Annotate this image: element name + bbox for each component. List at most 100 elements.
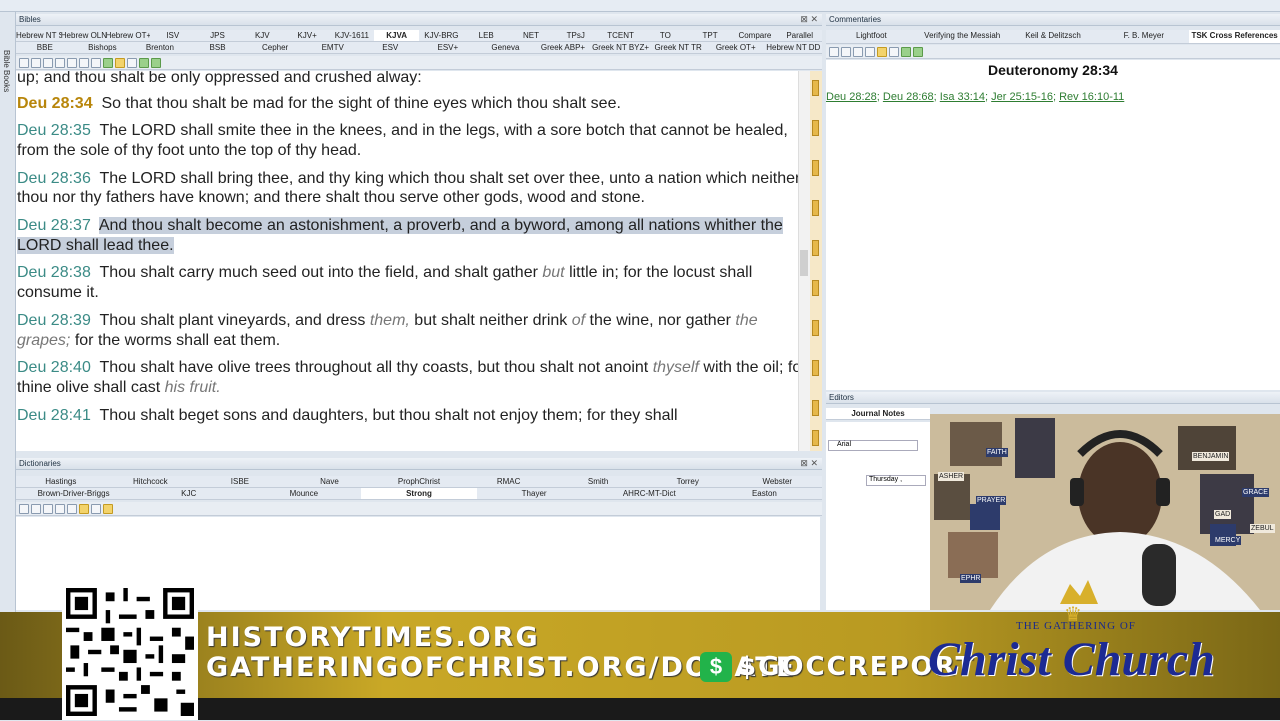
commentary-view[interactable] [826, 60, 1280, 390]
tab-greek-nt-tr[interactable]: Greek NT TR [649, 42, 707, 53]
tab-verifying-the-messiah[interactable]: Verifying the Messiah [917, 30, 1008, 43]
tab-webster[interactable]: Webster [733, 476, 823, 487]
tab-brown-driver-briggs[interactable]: Brown-Driver-Briggs [16, 488, 131, 499]
tab-bishops[interactable]: Bishops [74, 42, 132, 53]
bible-text-view[interactable]: up; and thou shalt be only oppressed and… [16, 71, 810, 451]
tab-hebrew-nt-sg[interactable]: Hebrew NT SG [16, 30, 61, 41]
prev-icon[interactable] [901, 46, 911, 57]
tab-tcent[interactable]: TCENT [598, 30, 643, 41]
tab-parallel[interactable]: Parallel [777, 30, 822, 41]
tab-kjc[interactable]: KJC [131, 488, 246, 499]
verse-ref[interactable]: Deu 28:36 [17, 170, 91, 187]
bible-books-strip[interactable]: Bible Books [0, 12, 16, 652]
tab-tsk-cross-references[interactable]: TSK Cross References [1189, 30, 1280, 43]
tab-kjv[interactable]: KJV [240, 30, 285, 41]
layout-icon[interactable] [127, 57, 137, 68]
tab-isv[interactable]: ISV [150, 30, 195, 41]
tab-leb[interactable]: LEB [464, 30, 509, 41]
tab-isbe[interactable]: ISBE [195, 476, 285, 487]
verse-ref[interactable]: Deu 28:38 [17, 264, 91, 281]
close-icon[interactable]: ⊠ ✕ [800, 458, 818, 469]
export-icon[interactable] [79, 57, 89, 68]
verse-ref[interactable]: Deu 28:40 [17, 359, 91, 376]
layout-icon[interactable] [889, 46, 899, 57]
bookmark-icon[interactable] [812, 320, 819, 336]
tab-to[interactable]: TO [643, 30, 688, 41]
verse-ref[interactable]: Deu 28:35 [17, 122, 91, 139]
editor-view[interactable]: Arial Thursday , [826, 422, 930, 610]
tab-thayer[interactable]: Thayer [477, 488, 592, 499]
verse-ref[interactable]: Deu 28:39 [17, 312, 91, 329]
verse-ref[interactable]: Deu 28:41 [17, 407, 91, 424]
tab-tpt[interactable]: TPT [688, 30, 733, 41]
tab-strong[interactable]: Strong [361, 488, 477, 499]
tab-net[interactable]: NET [509, 30, 554, 41]
scrollbar-thumb[interactable] [800, 250, 808, 276]
bookmark-icon[interactable] [812, 400, 819, 416]
next-icon[interactable] [913, 46, 923, 57]
tab-hitchcock[interactable]: Hitchcock [106, 476, 196, 487]
tab-kjv-1611[interactable]: KJV-1611 [329, 30, 374, 41]
verse-ref[interactable]: Deu 28:34 [17, 95, 93, 112]
tab-brenton[interactable]: Brenton [131, 42, 189, 53]
verse-35[interactable]: Deu 28:35 The LORD shall smite thee in t… [17, 121, 810, 161]
zoom-icon[interactable] [115, 57, 125, 68]
cross-ref-link[interactable]: Jer 25:15-16 [991, 91, 1053, 103]
bookmark-icon[interactable] [812, 200, 819, 216]
verse-40[interactable]: Deu 28:40 Thou shalt have olive trees th… [17, 358, 810, 398]
search-icon[interactable] [841, 46, 851, 57]
tab-emtv[interactable]: EMTV [304, 42, 362, 53]
tab-bbe[interactable]: BBE [16, 42, 74, 53]
cross-ref-link[interactable]: Deu 28:28 [826, 91, 877, 103]
tab-esv[interactable]: ESV [361, 42, 419, 53]
tab-hebrew-ot-[interactable]: Hebrew OT+ [106, 30, 151, 41]
verse-38[interactable]: Deu 28:38 Thou shalt carry much seed out… [17, 263, 810, 303]
print-icon[interactable] [67, 57, 77, 68]
tab-smith[interactable]: Smith [553, 476, 643, 487]
sync-icon[interactable] [31, 57, 41, 68]
tab-hebrew-nt-dd[interactable]: Hebrew NT DD [765, 42, 823, 53]
print-icon[interactable] [865, 46, 875, 57]
tab-nave[interactable]: Nave [285, 476, 375, 487]
tab-compare[interactable]: Compare [733, 30, 778, 41]
bookmark-icon[interactable] [812, 80, 819, 96]
tab-greek-abp-[interactable]: Greek ABP+ [534, 42, 592, 53]
verse-34[interactable]: Deu 28:34 So that thou shalt be mad for … [17, 94, 810, 114]
font-select[interactable]: Arial [828, 440, 918, 451]
print-icon[interactable] [67, 503, 77, 514]
back-icon[interactable] [829, 46, 839, 57]
back-icon[interactable] [19, 57, 29, 68]
bookmark-icon[interactable] [812, 120, 819, 136]
tab-torrey[interactable]: Torrey [643, 476, 733, 487]
verse-37[interactable]: Deu 28:37 And thou shalt become an aston… [17, 216, 810, 256]
sync-icon[interactable] [31, 503, 41, 514]
tab-prophchrist[interactable]: ProphChrist [374, 476, 464, 487]
date-field[interactable]: Thursday , [866, 475, 926, 486]
layout-icon[interactable] [91, 503, 101, 514]
tab-tpsj[interactable]: TPsJ [553, 30, 598, 41]
tab-ahrc-mt-dict[interactable]: AHRC-MT-Dict [592, 488, 707, 499]
bookmark-icon[interactable] [812, 160, 819, 176]
verse-39[interactable]: Deu 28:39 Thou shalt plant vineyards, an… [17, 311, 810, 351]
prev-icon[interactable] [139, 57, 149, 68]
back-icon[interactable] [19, 503, 29, 514]
bookmark-icon[interactable] [812, 240, 819, 256]
tab-jps[interactable]: JPS [195, 30, 240, 41]
tab-greek-ot-[interactable]: Greek OT+ [707, 42, 765, 53]
tab-f-b-meyer[interactable]: F. B. Meyer [1098, 30, 1189, 43]
cross-ref-link[interactable]: Rev 16:10-11 [1059, 91, 1124, 103]
verse-41[interactable]: Deu 28:41 Thou shalt beget sons and daug… [17, 406, 810, 426]
zoom-icon[interactable] [79, 503, 89, 514]
bookmark-icon[interactable] [812, 430, 819, 446]
copy-icon[interactable] [55, 503, 65, 514]
verse-36[interactable]: Deu 28:36 The LORD shall bring thee, and… [17, 169, 810, 209]
tab-kjva[interactable]: KJVA [374, 30, 420, 41]
tab-cepher[interactable]: Cepher [246, 42, 304, 53]
notes-icon[interactable] [91, 57, 101, 68]
search-icon[interactable] [43, 57, 53, 68]
tab-mounce[interactable]: Mounce [246, 488, 361, 499]
bookmark-icon[interactable] [812, 280, 819, 296]
tab-greek-nt-byz-[interactable]: Greek NT BYZ+ [592, 42, 650, 53]
bookmark-icon[interactable] [812, 360, 819, 376]
tab-geneva[interactable]: Geneva [477, 42, 535, 53]
